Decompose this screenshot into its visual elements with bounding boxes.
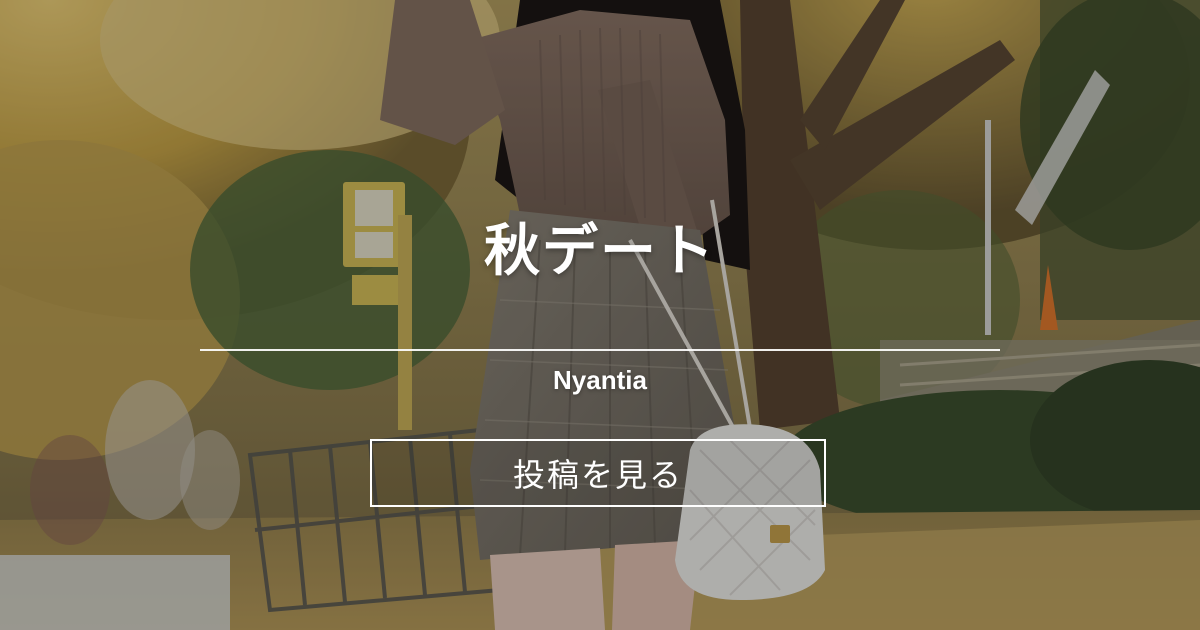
title-divider	[200, 349, 1000, 351]
background-photo	[0, 0, 1200, 630]
background-overlay	[0, 0, 1200, 630]
view-post-button-label: 投稿を見る	[512, 456, 683, 494]
view-post-button[interactable]: 投稿を見る	[370, 439, 826, 507]
author-name: Nyantia	[553, 365, 647, 395]
post-title: 秋デート	[484, 219, 716, 284]
